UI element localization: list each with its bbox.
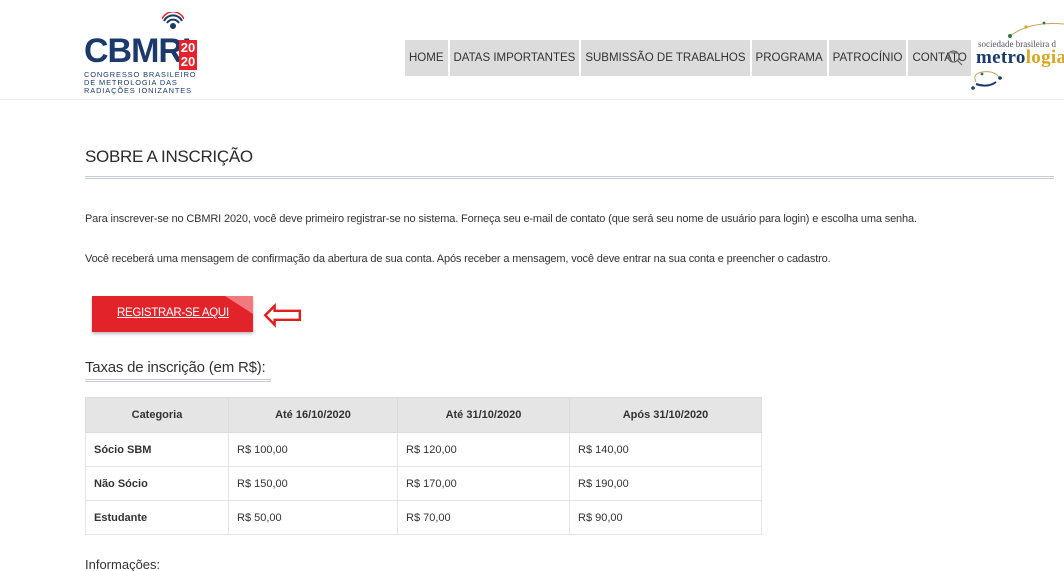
page-title: SOBRE A INSCRIÇÃO	[85, 147, 253, 166]
table-cell: R$ 140,00	[569, 432, 762, 467]
table-row: Não Sócio R$ 150,00 R$ 170,00 R$ 190,00	[85, 466, 762, 501]
table-cell: R$ 190,00	[569, 466, 762, 501]
col-header-ate-31-10: Até 31/10/2020	[397, 397, 570, 433]
logo-wordmark: CBMRI	[84, 32, 191, 70]
table-row: Estudante R$ 50,00 R$ 70,00 R$ 90,00	[85, 500, 762, 535]
table-cell: R$ 120,00	[397, 432, 570, 467]
site-header: CBMRI 20 20 CONGRESSO BRASILEIRO DE METR…	[0, 0, 1064, 100]
sbm-partner-logo[interactable]: sociedade brasileira d metrologia	[970, 16, 1064, 96]
table-cell: Sócio SBM	[85, 432, 229, 467]
table-cell: R$ 50,00	[228, 500, 398, 535]
fees-heading: Taxas de inscrição (em R$):	[85, 359, 266, 376]
table-cell: R$ 150,00	[228, 466, 398, 501]
fees-divider	[85, 379, 271, 382]
register-button[interactable]: REGISTRAR-SE AQUI	[92, 296, 253, 332]
nav-submissao-de-trabalhos[interactable]: SUBMISSÃO DE TRABALHOS	[581, 40, 750, 76]
info-heading: Informações:	[85, 557, 161, 571]
table-row: Sócio SBM R$ 100,00 R$ 120,00 R$ 140,00	[85, 432, 762, 467]
register-link[interactable]: REGISTRAR-SE AQUI	[117, 307, 229, 319]
intro-paragraph-2: Você receberá uma mensagem de confirmaçã…	[85, 253, 831, 265]
table-cell: R$ 170,00	[397, 466, 570, 501]
cbmri-logo[interactable]: CBMRI 20 20 CONGRESSO BRASILEIRO DE METR…	[84, 12, 214, 98]
table-cell: Estudante	[85, 500, 229, 535]
table-cell: Não Sócio	[85, 466, 229, 501]
arrow-left-icon: ⇦	[262, 285, 304, 343]
table-cell: R$ 100,00	[228, 432, 398, 467]
button-corner-fold	[225, 296, 253, 314]
col-header-apos-31-10: Após 31/10/2020	[569, 397, 762, 433]
radiation-logo-icon	[162, 12, 184, 29]
nav-programa[interactable]: PROGRAMA	[751, 40, 827, 76]
nav-patrocinio[interactable]: PATROCÍNIO	[828, 40, 907, 76]
main-nav: HOME DATAS IMPORTANTES SUBMISSÃO DE TRAB…	[405, 40, 971, 76]
title-divider	[85, 176, 1054, 179]
nav-datas-importantes[interactable]: DATAS IMPORTANTES	[449, 40, 580, 76]
search-icon[interactable]	[946, 49, 964, 67]
table-cell: R$ 90,00	[569, 500, 762, 535]
partner-wordmark: metrologia	[976, 47, 1064, 68]
col-header-categoria: Categoria	[85, 397, 229, 433]
fees-table: Categoria Até 16/10/2020 Até 31/10/2020 …	[85, 397, 762, 535]
logo-year-badge: 20 20	[179, 40, 197, 70]
table-cell: R$ 70,00	[397, 500, 570, 535]
intro-paragraph-1: Para inscrever-se no CBMRI 2020, você de…	[85, 213, 917, 225]
table-header-row: Categoria Até 16/10/2020 Até 31/10/2020 …	[85, 397, 762, 433]
nav-home[interactable]: HOME	[405, 40, 448, 76]
col-header-ate-16-10: Até 16/10/2020	[228, 397, 398, 433]
logo-subtitle: CONGRESSO BRASILEIRO DE METROLOGIA DAS R…	[84, 70, 197, 95]
